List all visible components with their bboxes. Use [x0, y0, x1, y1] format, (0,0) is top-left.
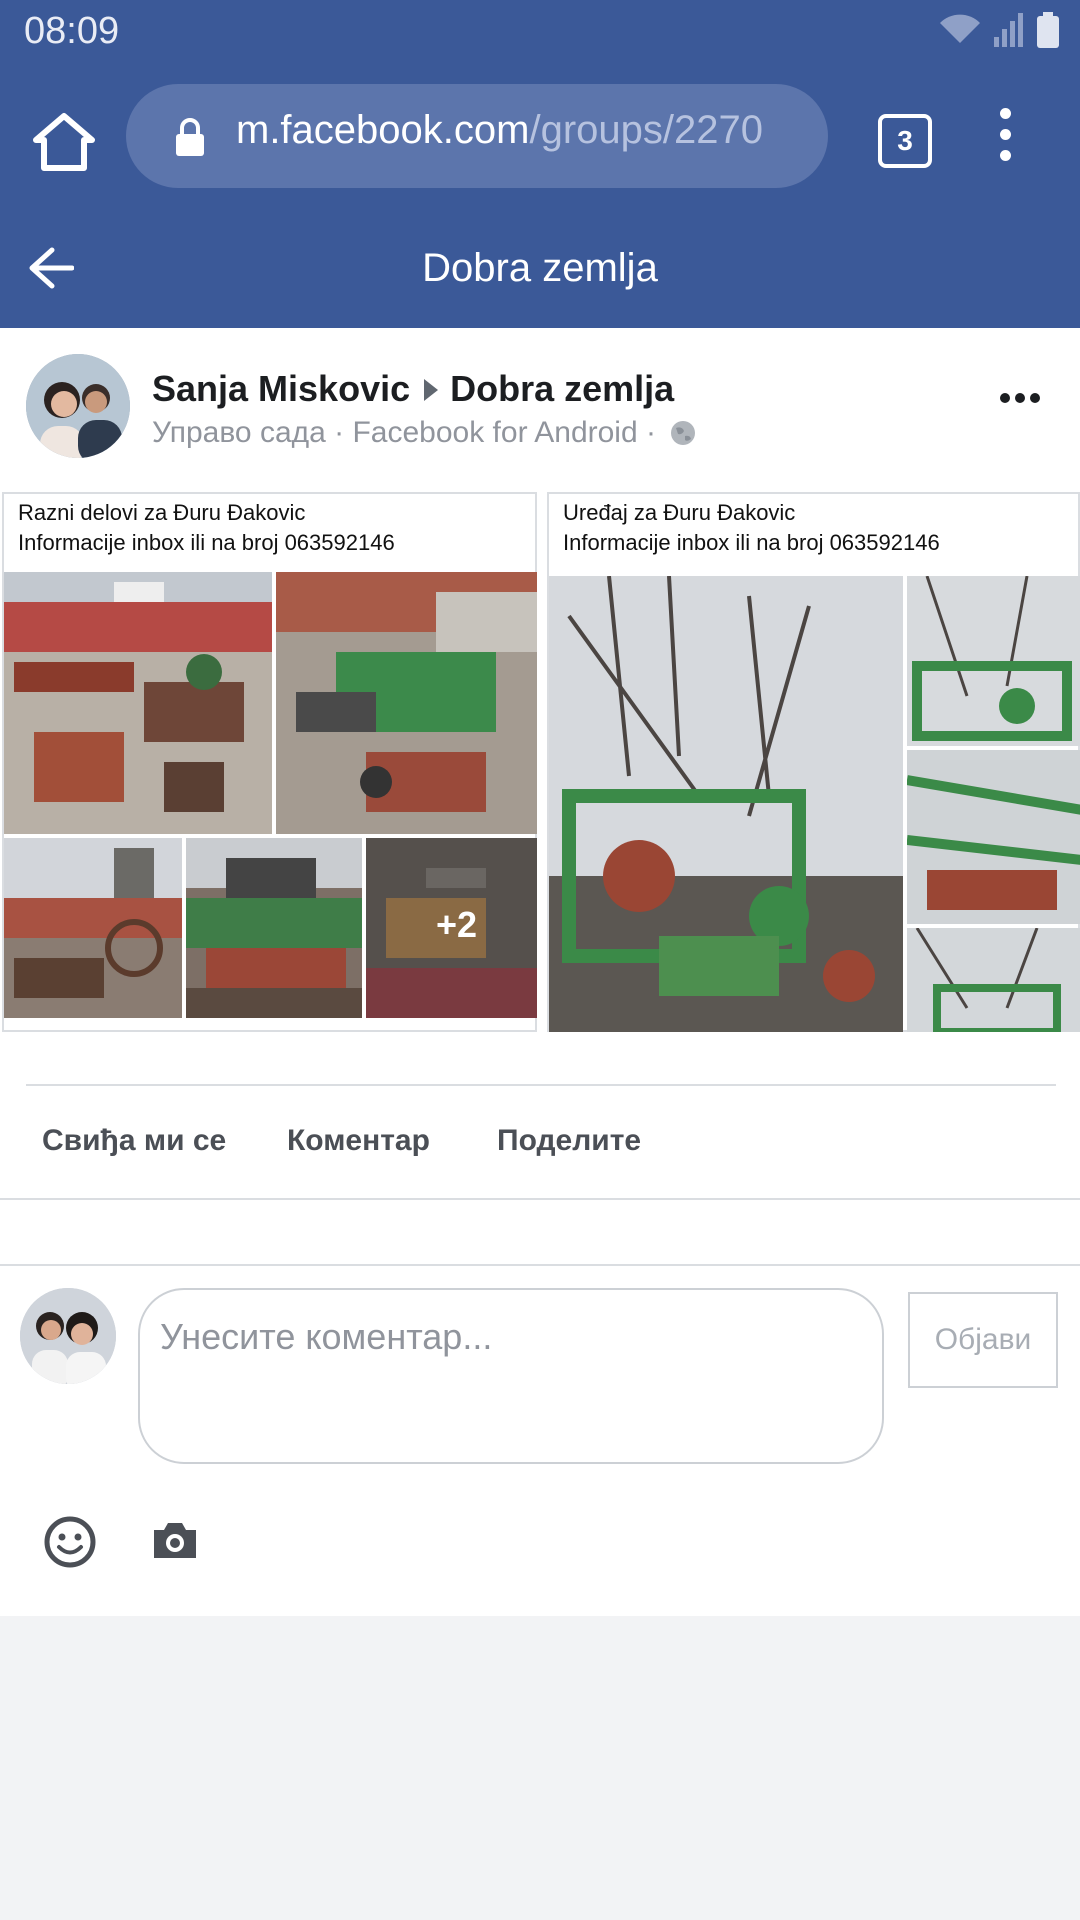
caret-right-icon [424, 379, 439, 402]
status-time: 08:09 [24, 10, 120, 52]
photo-thumbnail [907, 576, 1080, 746]
photo-thumbnail [907, 750, 1080, 924]
like-button[interactable]: Свиђа ми се [42, 1124, 226, 1158]
lock-icon [176, 118, 204, 156]
emoji-icon[interactable] [44, 1516, 96, 1568]
status-icons [938, 12, 1060, 48]
photo-caption-line: Uređaj za Đuru Đakovic [563, 500, 796, 525]
photo-caption-line: Informacije inbox ili na broj 063592146 [18, 530, 395, 555]
address-bar[interactable]: m.facebook.com/groups/2270 [126, 84, 828, 188]
post-actions: Свиђа ми се Коментар Поделите [0, 1090, 1080, 1200]
post-photo[interactable]: Uređaj za Đuru Đakovic Informacije inbox… [547, 492, 1080, 1032]
page-title: Dobra zemlja [422, 246, 658, 290]
url-text: m.facebook.com/groups/2270 [236, 108, 806, 153]
post-author-line: Sanja Miskovic Dobra zemlja [152, 368, 674, 410]
comment-button[interactable]: Коментар [287, 1124, 430, 1158]
browser-toolbar: m.facebook.com/groups/2270 3 [0, 70, 1080, 210]
photo-caption-line: Informacije inbox ili na broj 063592146 [563, 530, 940, 555]
photo-caption-line: Razni delovi za Đuru Đakovic [18, 500, 306, 525]
page-header: Dobra zemlja [0, 210, 1080, 328]
camera-icon[interactable] [150, 1520, 200, 1560]
more-photos-count: +2 [436, 904, 478, 945]
url-host: m.facebook.com [236, 108, 530, 152]
photo-thumbnail [4, 838, 182, 1018]
photo-thumbnail [276, 572, 537, 834]
divider [26, 1084, 1056, 1086]
status-bar: 08:09 [0, 0, 1080, 70]
user-avatar [20, 1288, 116, 1384]
post-meta: Управо сада · Facebook for Android · [152, 416, 696, 450]
share-button[interactable]: Поделите [497, 1124, 641, 1158]
page-background [0, 1616, 1080, 1920]
author-name[interactable]: Sanja Miskovic [152, 368, 410, 409]
wifi-icon [940, 14, 980, 43]
url-path: /groups/2270 [529, 108, 763, 152]
tab-switcher-button[interactable]: 3 [878, 114, 932, 168]
post-comment-button[interactable]: Објави [908, 1292, 1058, 1388]
post-meta-text: Управо сада · Facebook for Android · [152, 416, 656, 449]
overflow-menu-icon[interactable] [990, 108, 1020, 172]
comment-composer: Унесите коментар... Објави [0, 1266, 1080, 1616]
photo-thumbnail [186, 838, 362, 1018]
photo-thumbnail [4, 572, 272, 834]
signal-icon [994, 13, 1023, 47]
photo-thumbnail [907, 928, 1080, 1032]
post-options-icon[interactable] [1000, 390, 1048, 406]
author-avatar[interactable] [26, 354, 130, 458]
battery-icon [1037, 12, 1059, 48]
photo-thumbnail [549, 576, 903, 1032]
post-photo[interactable]: Razni delovi za Đuru Đakovic Informacije… [2, 492, 537, 1032]
globe-icon [671, 421, 696, 445]
spacer [0, 1200, 1080, 1264]
home-icon[interactable] [32, 112, 96, 172]
group-name[interactable]: Dobra zemlja [450, 368, 674, 409]
comment-input[interactable]: Унесите коментар... [138, 1288, 884, 1464]
